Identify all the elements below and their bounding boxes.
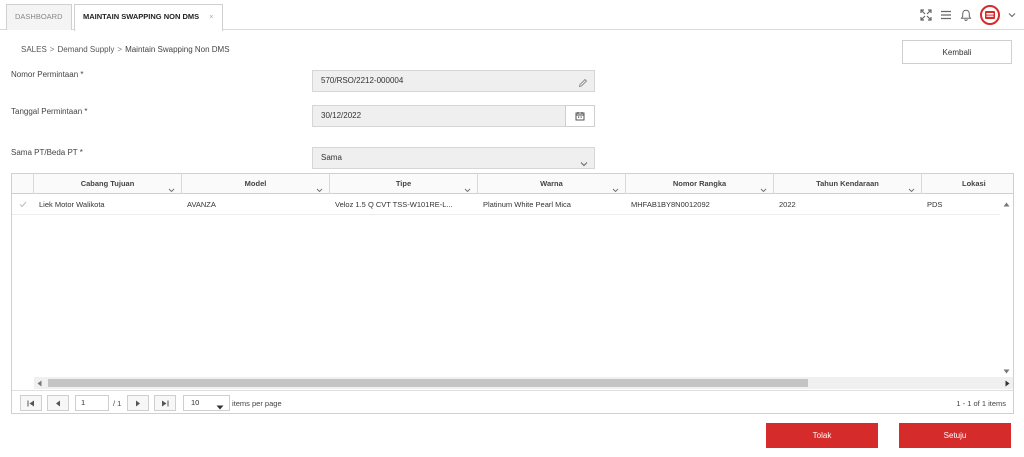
page-size-value: 10 <box>191 398 200 407</box>
column-header-label: Warna <box>540 179 563 188</box>
pencil-icon <box>578 76 588 96</box>
fullscreen-icon[interactable] <box>920 9 932 21</box>
sama-beda-select[interactable]: Sama <box>312 147 595 169</box>
first-page-button[interactable] <box>20 395 42 411</box>
close-tab-icon[interactable]: × <box>209 12 213 21</box>
tanggal-permintaan-label: Tanggal Permintaan * <box>11 107 88 116</box>
column-menu-icon[interactable] <box>908 181 915 194</box>
horizontal-scroll-thumb[interactable] <box>48 379 808 387</box>
user-avatar[interactable] <box>980 5 1000 25</box>
column-header-nomor-rangka[interactable]: Nomor Rangka <box>626 174 774 194</box>
table-row[interactable]: Liek Motor Walikota AVANZA Veloz 1.5 Q C… <box>12 195 1013 215</box>
scroll-right-icon[interactable] <box>1005 380 1010 389</box>
column-menu-icon[interactable] <box>168 181 175 194</box>
column-header-cabang-tujuan[interactable]: Cabang Tujuan <box>34 174 182 194</box>
column-header-label: Lokasi <box>962 179 986 188</box>
cell-tahun-kendaraan: 2022 <box>779 200 796 209</box>
swapping-grid: Cabang Tujuan Model Tipe Warna Nomor Ran… <box>11 173 1014 414</box>
column-header-tipe[interactable]: Tipe <box>330 174 478 194</box>
grid-header: Cabang Tujuan Model Tipe Warna Nomor Ran… <box>12 174 1013 194</box>
cell-nomor-rangka: MHFAB1BY8N0012092 <box>631 200 710 209</box>
scroll-up-icon[interactable] <box>1003 200 1010 209</box>
column-header-label: Tipe <box>395 179 412 188</box>
prev-page-button[interactable] <box>47 395 69 411</box>
column-menu-icon[interactable] <box>316 181 323 194</box>
column-header-label: Cabang Tujuan <box>80 179 135 188</box>
breadcrumb-separator: > <box>49 45 55 54</box>
breadcrumb-sales[interactable]: SALES <box>21 45 47 54</box>
column-header-label: Tahun Kendaraan <box>816 179 879 188</box>
next-page-icon <box>136 400 140 406</box>
breadcrumb-demand-supply[interactable]: Demand Supply <box>57 45 114 54</box>
cell-model: AVANZA <box>187 200 216 209</box>
column-header-warna[interactable]: Warna <box>478 174 626 194</box>
scroll-left-icon[interactable] <box>37 380 42 389</box>
item-count-label: 1 - 1 of 1 items <box>956 399 1006 408</box>
items-per-page-label: items per page <box>232 399 282 408</box>
breadcrumb: SALES > Demand Supply > Maintain Swapping No… <box>21 45 230 54</box>
scroll-down-icon[interactable] <box>1003 367 1010 376</box>
setuju-button[interactable]: Setuju <box>899 423 1011 448</box>
breadcrumb-separator: > <box>117 45 123 54</box>
menu-icon[interactable] <box>940 9 952 21</box>
breadcrumb-current: Maintain Swapping Non DMS <box>125 45 230 54</box>
tanggal-permintaan-value: 30/12/2022 <box>321 111 362 120</box>
column-menu-icon[interactable] <box>760 181 767 194</box>
select-column-header <box>12 174 34 194</box>
chevron-down-icon[interactable] <box>1008 12 1016 18</box>
cell-cabang-tujuan: Liek Motor Walikota <box>39 200 105 209</box>
tanggal-permintaan-field[interactable]: 30/12/2022 <box>312 105 595 127</box>
tolak-button[interactable]: Tolak <box>766 423 878 448</box>
column-header-label: Model <box>244 179 267 188</box>
sama-beda-label: Sama PT/Beda PT * <box>11 148 83 157</box>
tab-maintain-swapping-label: MAINTAIN SWAPPING NON DMS <box>83 12 200 21</box>
vertical-scrollbar[interactable] <box>1000 195 1013 380</box>
row-check-icon[interactable] <box>19 201 27 210</box>
header-icons <box>920 5 1016 25</box>
column-header-tahun-kendaraan[interactable]: Tahun Kendaraan <box>774 174 922 194</box>
last-page-icon <box>162 400 169 406</box>
column-header-lokasi[interactable]: Lokasi <box>922 174 1013 194</box>
cell-tipe: Veloz 1.5 Q CVT TSS-W101RE-L... <box>335 200 453 209</box>
column-header-label: Nomor Rangka <box>672 179 727 188</box>
kembali-button[interactable]: Kembali <box>902 40 1012 64</box>
page-number-input[interactable]: 1 <box>75 395 109 411</box>
grid-pager: 1 / 1 10 items per page 1 - 1 of 1 items <box>12 390 1013 413</box>
tab-maintain-swapping[interactable]: MAINTAIN SWAPPING NON DMS × <box>74 4 223 31</box>
cell-warna: Platinum White Pearl Mica <box>483 200 571 209</box>
column-menu-icon[interactable] <box>464 181 471 194</box>
nomor-permintaan-field[interactable]: 570/RSO/2212-000004 <box>312 70 595 92</box>
bell-icon[interactable] <box>960 9 972 21</box>
first-page-icon <box>27 400 34 406</box>
chevron-down-icon <box>216 401 224 413</box>
page-size-select[interactable]: 10 <box>183 395 230 411</box>
last-page-button[interactable] <box>154 395 176 411</box>
sama-beda-value: Sama <box>321 153 342 162</box>
calendar-button[interactable] <box>565 105 595 127</box>
nomor-permintaan-value: 570/RSO/2212-000004 <box>321 76 404 85</box>
tab-dashboard-label: DASHBOARD <box>15 12 63 21</box>
cell-lokasi: PDS <box>927 200 943 209</box>
tab-dashboard[interactable]: DASHBOARD <box>6 4 72 30</box>
column-menu-icon[interactable] <box>612 181 619 194</box>
next-page-button[interactable] <box>127 395 149 411</box>
calendar-icon <box>575 112 585 121</box>
prev-page-icon <box>56 400 60 406</box>
chevron-down-icon <box>580 155 588 175</box>
top-tab-bar: DASHBOARD MAINTAIN SWAPPING NON DMS × <box>0 0 1024 31</box>
nomor-permintaan-label: Nomor Permintaan * <box>11 70 84 79</box>
horizontal-scrollbar[interactable] <box>34 377 1013 389</box>
page-count-label: / 1 <box>113 399 122 408</box>
column-header-model[interactable]: Model <box>182 174 330 194</box>
